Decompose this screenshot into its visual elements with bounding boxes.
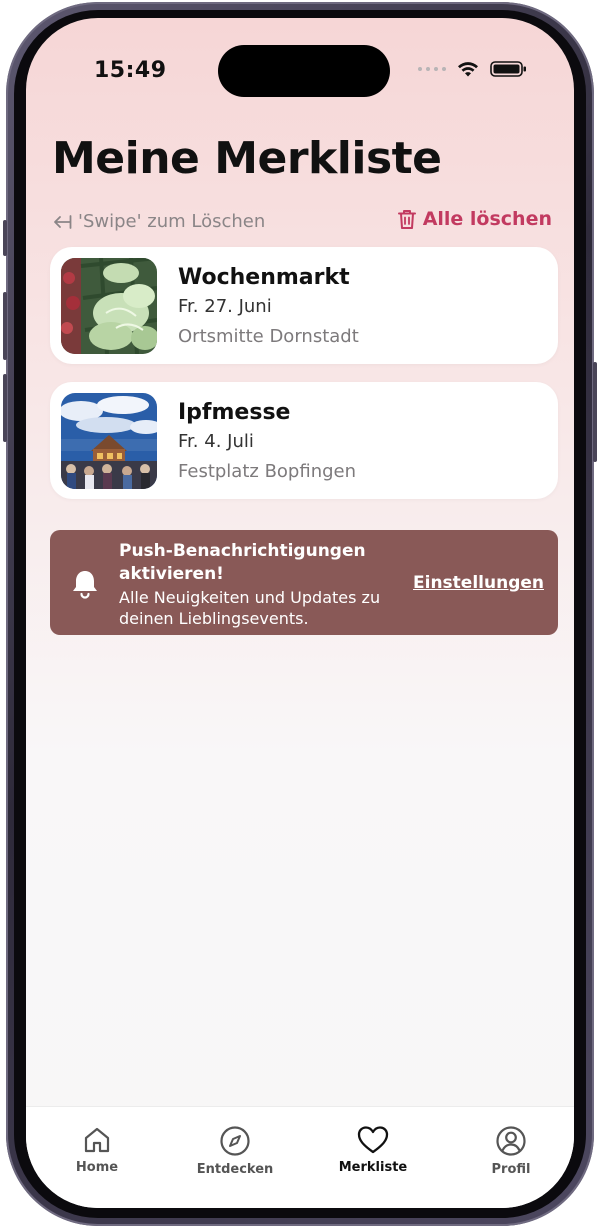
signal-dots-icon <box>418 67 446 71</box>
wifi-icon <box>458 62 478 77</box>
tab-entdecken[interactable]: Entdecken <box>185 1125 285 1177</box>
screen: 15:49 Meine Merkliste 'Swipe' zum Lösche… <box>26 18 574 1208</box>
event-location: Ortsmitte Dornstadt <box>178 326 359 347</box>
event-date: Fr. 27. Juni <box>178 296 272 317</box>
status-time: 15:49 <box>94 58 167 83</box>
swipe-hint-label: 'Swipe' zum Löschen <box>78 211 266 232</box>
swipe-hint: 'Swipe' zum Löschen <box>52 211 265 232</box>
list-item[interactable]: Wochenmarkt Fr. 27. Juni Ortsmitte Dorns… <box>50 247 558 364</box>
bell-icon <box>73 571 97 599</box>
event-title: Wochenmarkt <box>178 265 350 290</box>
tab-merkliste-label: Merkliste <box>338 1160 408 1175</box>
delete-all-label: Alle löschen <box>422 208 552 230</box>
event-location: Festplatz Bopfingen <box>178 461 357 482</box>
tab-home[interactable]: Home <box>47 1125 147 1175</box>
home-icon <box>84 1127 110 1153</box>
heart-icon <box>357 1126 389 1154</box>
trash-icon <box>397 209 416 229</box>
event-title: Ipfmesse <box>178 400 291 425</box>
settings-link[interactable]: Einstellungen <box>413 573 544 593</box>
event-thumbnail-ipfmesse <box>61 393 157 489</box>
delete-all-button[interactable]: Alle löschen <box>397 208 552 230</box>
status-icons <box>418 60 528 78</box>
tab-profil-label: Profil <box>491 1162 531 1177</box>
notification-banner: Push-Benachrichtigungen aktivieren! Alle… <box>50 530 558 635</box>
tab-profil[interactable]: Profil <box>461 1125 561 1177</box>
swipe-left-icon <box>54 214 72 229</box>
tab-bar: Home Entdecken Merkliste Profil <box>26 1106 574 1208</box>
phone-frame: 15:49 Meine Merkliste 'Swipe' zum Lösche… <box>3 2 597 1226</box>
event-date: Fr. 4. Juli <box>178 431 254 452</box>
volume-down-button <box>3 374 7 442</box>
tab-entdecken-label: Entdecken <box>196 1162 274 1177</box>
profile-icon <box>496 1126 526 1156</box>
banner-title: Push-Benachrichtigungen aktivieren! <box>119 541 366 584</box>
action-button <box>3 220 7 256</box>
banner-text: Alle Neuigkeiten und Updates zu deinen L… <box>119 588 381 628</box>
volume-up-button <box>3 292 7 360</box>
tab-home-label: Home <box>75 1160 119 1175</box>
event-thumbnail-wochenmarkt <box>61 258 157 354</box>
list-item[interactable]: Ipfmesse Fr. 4. Juli Festplatz Bopfingen <box>50 382 558 499</box>
battery-icon <box>490 61 526 77</box>
tab-merkliste[interactable]: Merkliste <box>323 1125 423 1175</box>
page-title: Meine Merkliste <box>52 133 442 184</box>
compass-icon <box>220 1126 250 1156</box>
dynamic-island <box>218 45 390 97</box>
power-button <box>593 362 597 462</box>
